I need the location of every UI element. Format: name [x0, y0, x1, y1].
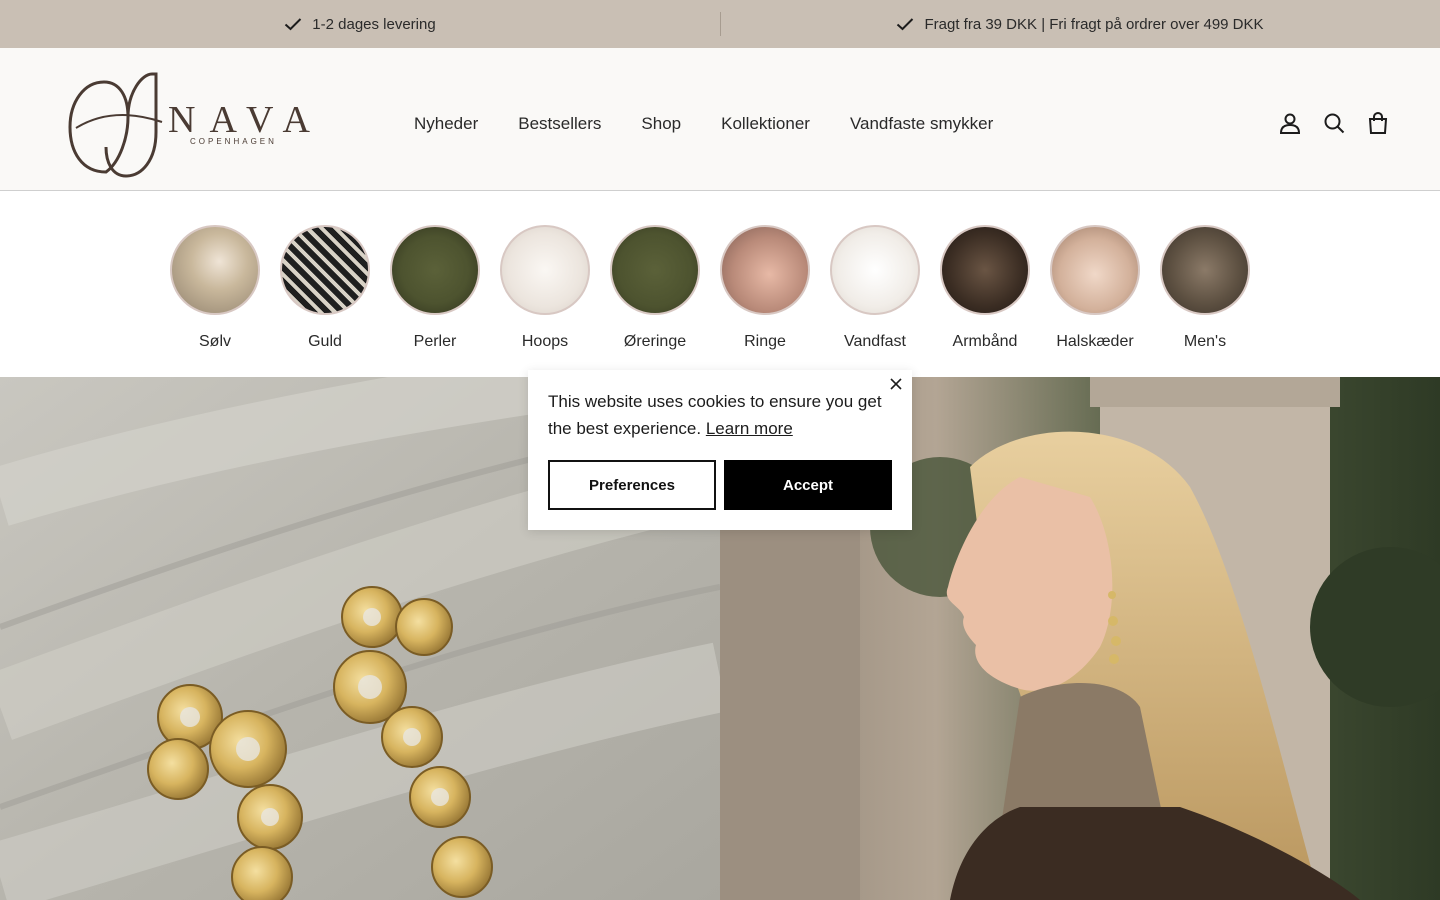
- announcement-bar: 1-2 dages levering Fragt fra 39 DKK | Fr…: [0, 0, 1440, 48]
- category-hoops[interactable]: Hoops: [490, 225, 600, 351]
- category-thumbnail: [170, 225, 260, 315]
- category-thumbnail: [390, 225, 480, 315]
- preferences-button[interactable]: Preferences: [548, 460, 716, 510]
- site-header: NAVA COPENHAGEN Nyheder Bestsellers Shop…: [0, 48, 1440, 191]
- logo-wordmark: NAVA: [168, 99, 322, 141]
- category-label: Øreringe: [623, 333, 687, 350]
- category-thumbnail: [500, 225, 590, 315]
- category-guld[interactable]: Guld: [270, 225, 380, 351]
- category-label: Guld: [308, 333, 342, 350]
- announcement-text: Fragt fra 39 DKK | Fri fragt på ordrer o…: [924, 15, 1264, 33]
- nav-item-nyheder[interactable]: Nyheder: [414, 114, 478, 134]
- cookie-banner: This website uses cookies to ensure you …: [528, 370, 912, 530]
- main-nav: Nyheder Bestsellers Shop Kollektioner Va…: [414, 114, 993, 134]
- category-row: Sølv Guld Perler Hoops Øreringe Ringe Va…: [0, 191, 1440, 377]
- announcement-item-shipping: Fragt fra 39 DKK | Fri fragt på ordrer o…: [720, 0, 1440, 48]
- cookie-message-block: This website uses cookies to ensure you …: [548, 388, 888, 442]
- category-label: Men's: [1183, 333, 1227, 350]
- category-label: Hoops: [521, 333, 569, 350]
- category-thumbnail: [1160, 225, 1250, 315]
- category-ringe[interactable]: Ringe: [710, 225, 820, 351]
- header-icons: [1278, 111, 1390, 135]
- nav-item-vandfaste-smykker[interactable]: Vandfaste smykker: [850, 114, 993, 134]
- logo-subtitle: COPENHAGEN: [190, 137, 277, 146]
- category-thumbnail: [720, 225, 810, 315]
- close-icon[interactable]: [888, 376, 904, 392]
- accept-button[interactable]: Accept: [724, 460, 892, 510]
- cart-icon[interactable]: [1366, 111, 1390, 135]
- category-thumbnail: [610, 225, 700, 315]
- nav-item-shop[interactable]: Shop: [641, 114, 681, 134]
- category-thumbnail: [830, 225, 920, 315]
- brand-logo[interactable]: NAVA COPENHAGEN: [62, 72, 322, 178]
- category-vandfast[interactable]: Vandfast: [820, 225, 930, 351]
- category-label: Vandfast: [844, 333, 906, 350]
- learn-more-link[interactable]: Learn more: [706, 419, 793, 438]
- check-icon: [284, 17, 302, 31]
- check-icon: [896, 17, 914, 31]
- category-thumbnail: [280, 225, 370, 315]
- category-perler[interactable]: Perler: [380, 225, 490, 351]
- category-label: Ringe: [744, 333, 786, 350]
- nav-item-kollektioner[interactable]: Kollektioner: [721, 114, 810, 134]
- category-armband[interactable]: Armbånd: [930, 225, 1040, 351]
- category-thumbnail: [1050, 225, 1140, 315]
- announcement-text: 1-2 dages levering: [312, 15, 436, 33]
- category-solv[interactable]: Sølv: [160, 225, 270, 351]
- search-icon[interactable]: [1322, 111, 1346, 135]
- category-thumbnail: [940, 225, 1030, 315]
- category-list: Sølv Guld Perler Hoops Øreringe Ringe Va…: [160, 225, 1260, 351]
- nav-item-bestsellers[interactable]: Bestsellers: [518, 114, 601, 134]
- category-label: Perler: [413, 333, 457, 350]
- announcement-divider: [720, 12, 721, 36]
- category-label: Armbånd: [952, 333, 1018, 350]
- category-label: Sølv: [199, 333, 231, 350]
- category-label: Halskæder: [1056, 333, 1134, 350]
- category-oreringe[interactable]: Øreringe: [600, 225, 710, 351]
- announcement-item-delivery: 1-2 dages levering: [0, 0, 720, 48]
- category-mens[interactable]: Men's: [1150, 225, 1260, 351]
- category-halskaeder[interactable]: Halskæder: [1040, 225, 1150, 351]
- account-icon[interactable]: [1278, 111, 1302, 135]
